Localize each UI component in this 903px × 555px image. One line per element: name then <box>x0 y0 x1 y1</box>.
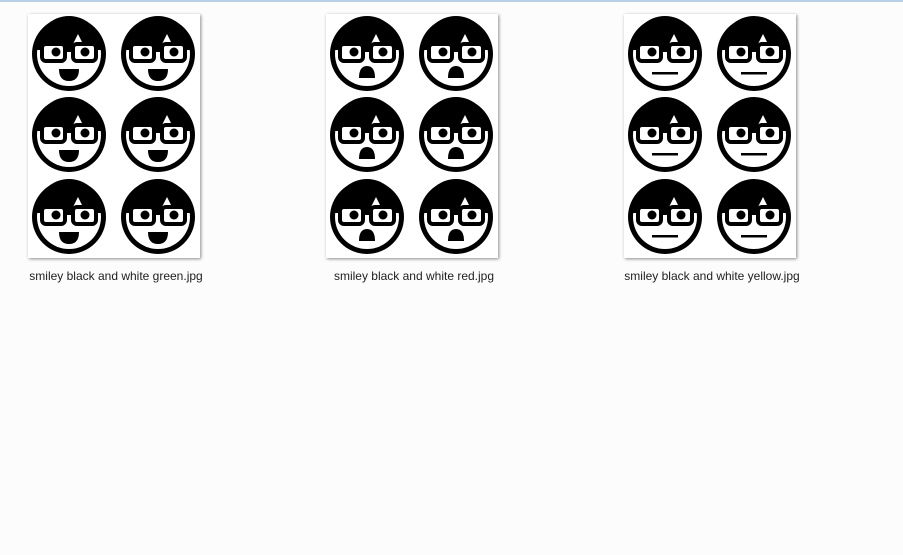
smiley-face <box>121 179 195 254</box>
smiley-face <box>419 179 493 254</box>
smiley-face <box>419 16 493 91</box>
smiley-face <box>717 97 791 172</box>
file-name-label[interactable]: smiley black and white red.jpg <box>304 269 524 283</box>
file-explorer-view: smiley black and white green.jpg smiley … <box>0 2 903 555</box>
smiley-face <box>330 16 404 91</box>
smiley-face <box>32 97 106 172</box>
file-thumbnail[interactable] <box>326 14 498 258</box>
smiley-face <box>717 179 791 254</box>
smiley-face <box>717 16 791 91</box>
smiley-face <box>32 179 106 254</box>
file-item-green[interactable]: smiley black and white green.jpg <box>6 14 226 294</box>
smiley-happy-icon <box>32 16 195 254</box>
file-thumbnail[interactable] <box>28 14 200 258</box>
file-name-label[interactable]: smiley black and white green.jpg <box>6 269 226 283</box>
smiley-face <box>330 97 404 172</box>
file-name-label[interactable]: smiley black and white yellow.jpg <box>602 269 822 283</box>
smiley-face <box>32 16 106 91</box>
file-item-yellow[interactable]: smiley black and white yellow.jpg <box>602 14 822 294</box>
smiley-face <box>330 179 404 254</box>
smiley-face <box>121 16 195 91</box>
file-thumbnail[interactable] <box>624 14 796 258</box>
file-item-red[interactable]: smiley black and white red.jpg <box>304 14 524 294</box>
smiley-neutral-icon <box>628 16 791 254</box>
smiley-face <box>121 97 195 172</box>
smiley-face <box>628 16 702 91</box>
smiley-sad-icon <box>330 16 493 254</box>
smiley-face <box>628 179 702 254</box>
smiley-face <box>628 97 702 172</box>
smiley-face <box>419 97 493 172</box>
